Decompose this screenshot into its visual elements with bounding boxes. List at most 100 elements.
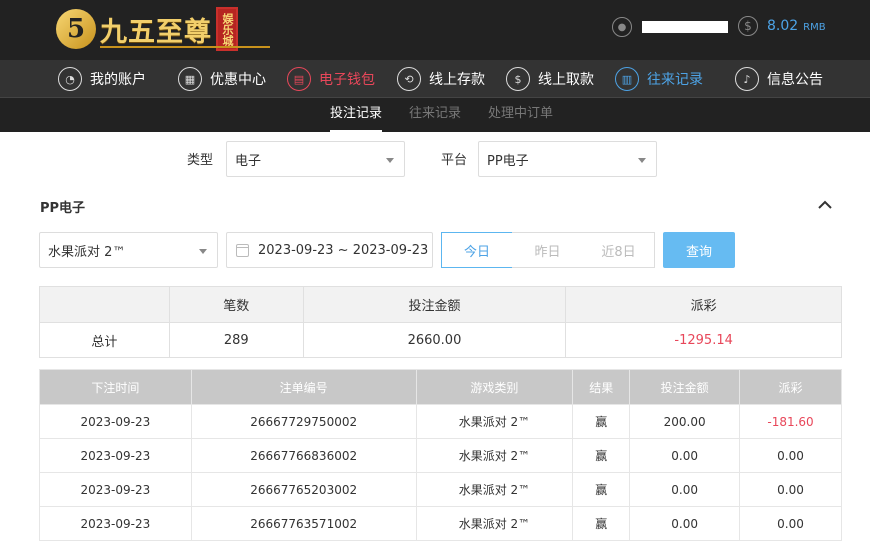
game-select-value: 水果派对 2™ xyxy=(48,244,126,260)
logo-text: 九五至尊 xyxy=(100,16,212,48)
summary-total-row: 总计 289 2660.00 -1295.14 xyxy=(39,322,842,358)
tab-transaction-records[interactable]: 往来记录 xyxy=(409,98,461,132)
column-header: 投注金额 xyxy=(629,369,741,405)
payout: 0.00 xyxy=(739,438,842,473)
logo-underline xyxy=(100,46,270,48)
chevron-down-icon xyxy=(638,158,646,163)
records-table: 下注时间 注单编号 游戏类别 结果 投注金额 派彩 2023-09-23 266… xyxy=(39,369,842,541)
records-header-row: 下注时间 注单编号 游戏类别 结果 投注金额 派彩 xyxy=(39,369,842,405)
bet-amount: 0.00 xyxy=(629,438,741,473)
bet-time: 2023-09-23 xyxy=(39,438,192,473)
site-logo[interactable]: 5 九五至尊 娱乐城 xyxy=(56,4,270,54)
chevron-down-icon xyxy=(199,249,207,254)
gift-icon: ▦ xyxy=(178,67,202,91)
summary-header-cell: 笔数 xyxy=(168,286,304,323)
query-button[interactable]: 查询 xyxy=(663,232,735,268)
bet-id: 26667766836002 xyxy=(190,438,417,473)
bell-icon: ♪ xyxy=(735,67,759,91)
section-title: PP电子 xyxy=(40,201,86,216)
bet-result: 赢 xyxy=(572,472,631,507)
dollar-coin-icon: $ xyxy=(738,16,758,36)
type-select[interactable]: 电子 xyxy=(226,141,405,177)
nav-item-deposit[interactable]: ⟲ 线上存款 xyxy=(397,66,485,92)
platform-label: 平台 xyxy=(441,153,468,168)
bet-amount: 0.00 xyxy=(629,472,741,507)
bet-result: 赢 xyxy=(572,506,631,541)
deposit-icon: ⟲ xyxy=(397,67,421,91)
column-header: 派彩 xyxy=(739,369,842,405)
nav-label: 我的账户 xyxy=(90,72,146,88)
chevron-up-icon[interactable] xyxy=(818,198,832,212)
balance-display: $ 8.02 RMB xyxy=(738,16,826,36)
withdraw-icon: $ xyxy=(506,67,530,91)
bet-time: 2023-09-23 xyxy=(39,472,192,507)
table-row: 2023-09-23 26667766836002 水果派对 2™ 赢 0.00… xyxy=(39,438,842,473)
nav-item-withdraw[interactable]: $ 线上取款 xyxy=(506,66,594,92)
column-header: 下注时间 xyxy=(39,369,192,405)
summary-payout: -1295.14 xyxy=(565,322,842,358)
bet-result: 赢 xyxy=(572,438,631,473)
user-icon: ◔ xyxy=(58,67,82,91)
range-last8days-button[interactable]: 近8日 xyxy=(583,232,655,268)
nav-item-account[interactable]: ◔ 我的账户 xyxy=(58,66,146,92)
game-type: 水果派对 2™ xyxy=(415,404,574,439)
table-row: 2023-09-23 26667729750002 水果派对 2™ 赢 200.… xyxy=(39,404,842,439)
game-type: 水果派对 2™ xyxy=(415,506,574,541)
records-icon: ▥ xyxy=(615,67,639,91)
logo-mark: 5 xyxy=(56,9,96,49)
nav-label: 线上存款 xyxy=(429,72,485,88)
game-type: 水果派对 2™ xyxy=(415,472,574,507)
summary-header-cell xyxy=(39,286,170,323)
payout: 0.00 xyxy=(739,472,842,507)
tab-bet-records[interactable]: 投注记录 xyxy=(330,98,383,132)
balance-unit: RMB xyxy=(803,22,826,33)
username-redacted xyxy=(642,21,728,33)
logo-sub: 娱乐城 xyxy=(216,7,238,51)
bet-id: 26667763571002 xyxy=(190,506,417,541)
summary-count: 289 xyxy=(168,322,304,358)
nav-label: 优惠中心 xyxy=(210,72,266,88)
nav-item-announcements[interactable]: ♪ 信息公告 xyxy=(735,66,823,92)
game-select[interactable]: 水果派对 2™ xyxy=(39,232,218,268)
table-row: 2023-09-23 26667765203002 水果派对 2™ 赢 0.00… xyxy=(39,472,842,507)
user-avatar-icon: ● xyxy=(612,17,632,37)
date-range-picker[interactable]: 2023-09-23 ~ 2023-09-23 xyxy=(226,232,433,268)
type-label: 类型 xyxy=(187,153,214,168)
top-header: 5 九五至尊 娱乐城 ● $ 8.02 RMB xyxy=(0,0,870,60)
range-yesterday-button[interactable]: 昨日 xyxy=(512,232,584,268)
type-select-value: 电子 xyxy=(235,153,262,169)
summary-header-cell: 派彩 xyxy=(565,286,842,323)
game-type: 水果派对 2™ xyxy=(415,438,574,473)
platform-select-value: PP电子 xyxy=(487,153,529,169)
chevron-down-icon xyxy=(386,158,394,163)
bet-id: 26667765203002 xyxy=(190,472,417,507)
tab-pending-orders[interactable]: 处理中订单 xyxy=(488,98,553,132)
payout: -181.60 xyxy=(739,404,842,439)
column-header: 游戏类别 xyxy=(415,369,574,405)
nav-label: 电子钱包 xyxy=(319,72,375,88)
payout: 0.00 xyxy=(739,506,842,541)
summary-header-cell: 投注金额 xyxy=(302,286,567,323)
main-nav: ◔ 我的账户 ▦ 优惠中心 ▤ 电子钱包 ⟲ 线上存款 $ 线上取款 ▥ 往来记… xyxy=(0,60,870,98)
column-header: 结果 xyxy=(572,369,631,405)
nav-item-records[interactable]: ▥ 往来记录 xyxy=(615,66,703,92)
summary-table: 笔数 投注金额 派彩 总计 289 2660.00 -1295.14 xyxy=(39,286,842,358)
platform-select[interactable]: PP电子 xyxy=(478,141,657,177)
summary-total-label: 总计 xyxy=(39,322,170,358)
nav-item-promotions[interactable]: ▦ 优惠中心 xyxy=(178,66,266,92)
nav-item-ewallet[interactable]: ▤ 电子钱包 xyxy=(287,66,375,92)
bet-result: 赢 xyxy=(572,404,631,439)
calendar-icon xyxy=(236,243,249,257)
range-today-button[interactable]: 今日 xyxy=(441,232,513,268)
user-info[interactable]: ● xyxy=(612,17,728,37)
column-header: 注单编号 xyxy=(190,369,417,405)
bet-id: 26667729750002 xyxy=(190,404,417,439)
sub-tabs: 投注记录 往来记录 处理中订单 xyxy=(0,98,870,132)
nav-label: 信息公告 xyxy=(767,72,823,88)
bet-time: 2023-09-23 xyxy=(39,404,192,439)
wallet-icon: ▤ xyxy=(287,67,311,91)
date-range-value: 2023-09-23 ~ 2023-09-23 xyxy=(258,242,429,258)
bet-amount: 200.00 xyxy=(629,404,741,439)
summary-bet-amount: 2660.00 xyxy=(302,322,567,358)
balance-value: 8.02 xyxy=(767,18,799,34)
